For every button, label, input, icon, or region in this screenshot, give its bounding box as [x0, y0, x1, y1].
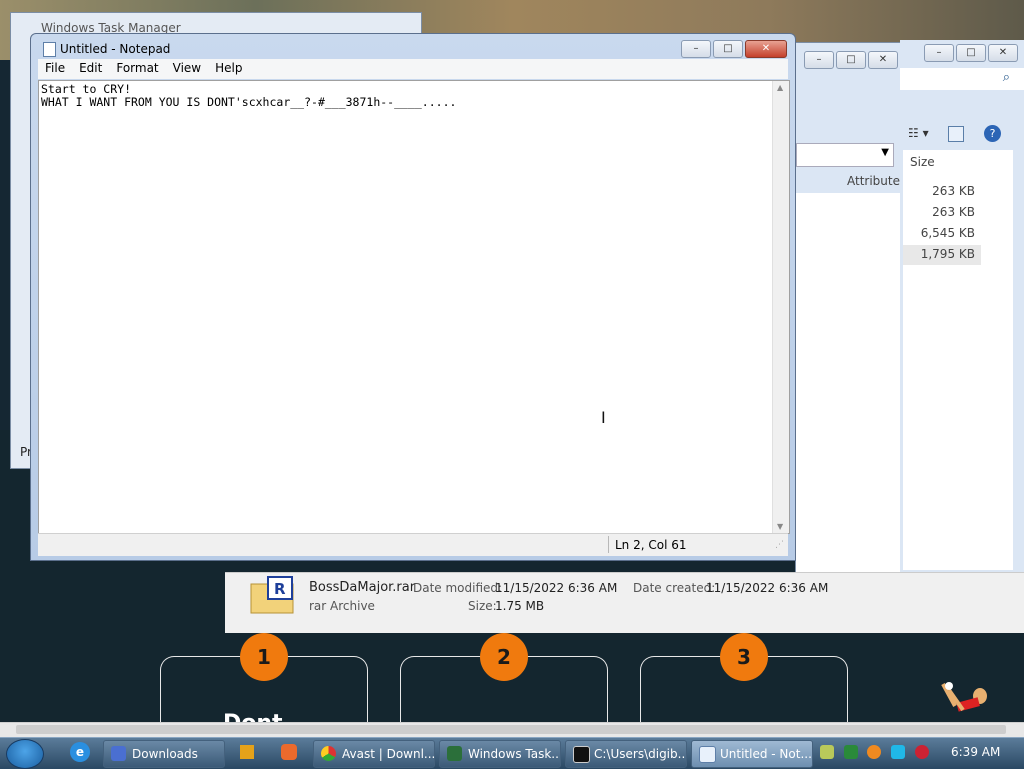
size-cell: 263 KB — [932, 184, 975, 198]
tray-network-icon[interactable] — [891, 745, 905, 759]
notepad-icon — [43, 42, 56, 57]
menu-help[interactable]: Help — [208, 59, 249, 79]
maximize-button-2[interactable]: □ — [956, 44, 986, 62]
size-cell: 6,545 KB — [920, 226, 975, 240]
chevron-down-icon: ▼ — [881, 147, 889, 158]
close-button[interactable]: ✕ — [745, 40, 787, 58]
file-type: rar Archive — [309, 599, 375, 613]
taskbar-item-notepad[interactable]: Untitled - Not... — [691, 740, 813, 768]
preview-pane-icon[interactable] — [948, 126, 964, 142]
menu-bar: File Edit Format View Help — [38, 59, 788, 79]
scroll-up-arrow-icon[interactable]: ▲ — [777, 83, 783, 92]
size-value: 1.75 MB — [495, 599, 545, 613]
file-name[interactable]: BossDaMajor.rar — [309, 580, 415, 595]
cursor-position: Ln 2, Col 61 — [615, 538, 687, 552]
taskbar-item-avast[interactable]: Avast | Downl... — [313, 740, 435, 768]
media-player-icon[interactable] — [240, 745, 254, 759]
taskbar-item-label: C:\Users\digib... — [594, 747, 687, 761]
7zip-icon — [573, 746, 590, 763]
step-number-1: 1 — [240, 633, 288, 681]
minimize-button[interactable]: – — [681, 40, 711, 58]
taskbar-item-label: Windows Task... — [468, 747, 561, 761]
cartoon-character-image — [941, 682, 987, 712]
size-cell: 1,795 KB — [920, 247, 975, 261]
minimize-button-2[interactable]: – — [924, 44, 954, 62]
text-editor[interactable]: Start to CRY! WHAT I WANT FROM YOU IS DO… — [38, 80, 790, 534]
explorer-size-column: Size 263 KB 263 KB 6,545 KB 1,795 KB — [903, 150, 1013, 570]
date-created-value: 11/15/2022 6:36 AM — [706, 581, 829, 595]
start-button-windows-icon[interactable] — [6, 739, 44, 769]
notepad-icon — [699, 746, 716, 763]
folder-icon — [111, 746, 126, 761]
scrollbar-thumb[interactable] — [16, 725, 1006, 734]
status-bar: Ln 2, Col 61 ⋰ — [38, 533, 788, 556]
window-title: Untitled - Notepad — [60, 42, 171, 56]
close-button-2[interactable]: ✕ — [988, 44, 1018, 62]
explorer-dropdown[interactable]: ▼ — [796, 143, 894, 167]
menu-file[interactable]: File — [38, 59, 72, 79]
explorer-search-box[interactable]: ⌕ — [900, 68, 1024, 90]
column-header-attribute[interactable]: Attribute — [847, 174, 900, 188]
date-created-label: Date created: — [633, 581, 716, 595]
tray-icon-2[interactable] — [844, 745, 858, 759]
tray-search-icon[interactable] — [867, 745, 881, 759]
size-label: Size: — [468, 599, 497, 613]
taskbar-item-label: Untitled - Not... — [720, 747, 812, 761]
explorer-file-pane — [796, 193, 904, 573]
page-horizontal-scrollbar[interactable] — [0, 722, 1024, 737]
date-modified-label: Date modified: — [413, 581, 503, 595]
scroll-down-arrow-icon[interactable]: ▼ — [777, 522, 783, 531]
minimize-button[interactable]: – — [804, 51, 834, 69]
taskbar-item-7zip[interactable]: C:\Users\digib... — [565, 740, 687, 768]
view-options-icon[interactable]: ☷ ▾ — [908, 126, 929, 140]
avast-icon[interactable] — [281, 744, 297, 760]
taskbar-clock[interactable]: 6:39 AM — [951, 745, 1000, 759]
status-divider — [608, 536, 609, 553]
rar-archive-icon: R — [250, 576, 294, 614]
size-cell: 263 KB — [932, 205, 975, 219]
menu-edit[interactable]: Edit — [72, 59, 109, 79]
column-header-size[interactable]: Size — [910, 155, 935, 169]
taskbar-item-downloads[interactable]: Downloads — [103, 740, 225, 768]
internet-explorer-icon[interactable]: e — [70, 742, 90, 762]
notepad-window[interactable]: Untitled - Notepad – □ ✕ File Edit Forma… — [30, 33, 796, 561]
editor-content[interactable]: Start to CRY! WHAT I WANT FROM YOU IS DO… — [41, 83, 456, 109]
selected-row-highlight[interactable]: 1,795 KB — [903, 245, 981, 265]
mouse-ibeam-cursor-icon: I — [601, 408, 606, 427]
date-modified-value: 11/15/2022 6:36 AM — [495, 581, 618, 595]
step-number-2: 2 — [480, 633, 528, 681]
step-number-3: 3 — [720, 633, 768, 681]
tray-icon-1[interactable] — [820, 745, 834, 759]
menu-view[interactable]: View — [166, 59, 208, 79]
maximize-button[interactable]: □ — [713, 40, 743, 58]
task-manager-icon — [447, 746, 462, 761]
search-icon: ⌕ — [1002, 70, 1010, 85]
explorer-window[interactable]: – □ ✕ ▼ Attribute — [795, 42, 905, 574]
close-button[interactable]: ✕ — [868, 51, 898, 69]
maximize-button[interactable]: □ — [836, 51, 866, 69]
menu-format[interactable]: Format — [109, 59, 165, 79]
taskbar-item-task-manager[interactable]: Windows Task... — [439, 740, 561, 768]
tray-volume-icon[interactable] — [915, 745, 929, 759]
help-icon[interactable]: ? — [984, 125, 1001, 142]
resize-grip-icon[interactable]: ⋰ — [775, 540, 784, 550]
chrome-icon — [321, 746, 336, 761]
svg-text:R: R — [274, 580, 286, 598]
taskbar-item-label: Downloads — [132, 747, 198, 761]
vertical-scrollbar[interactable]: ▲ ▼ — [772, 81, 789, 533]
taskbar-item-label: Avast | Downl... — [342, 747, 435, 761]
